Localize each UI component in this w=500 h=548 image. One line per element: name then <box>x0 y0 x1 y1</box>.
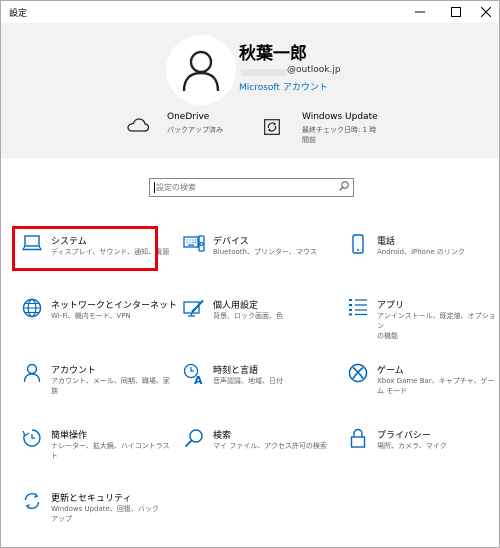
tile-search-title: 検索 <box>213 431 232 441</box>
window-title: 設定 <box>9 9 28 19</box>
title-bar: 設定 <box>1 1 499 23</box>
tile-update-security-title: 更新とセキュリティ <box>51 494 132 504</box>
tile-network-desc: Wi-Fi、機内モード、VPN <box>51 312 131 320</box>
maximize-icon <box>451 7 461 17</box>
settings-window: 設定 秋葉一郎 @outlook.jp Microsoft アカウント OneD… <box>0 0 500 548</box>
personalization-icon <box>183 298 205 320</box>
tile-apps-title: アプリ <box>377 301 405 311</box>
onedrive-status: バックアップ済み <box>167 126 223 134</box>
minimize-icon <box>415 11 425 13</box>
tile-devices[interactable]: デバイス Bluetooth、プリンター、マウス <box>183 234 333 282</box>
time-language-icon: A <box>183 363 205 385</box>
tile-personalization-desc: 背景、ロック画面、色 <box>213 312 283 320</box>
minimize-button[interactable] <box>405 1 435 23</box>
tile-network-title: ネットワークとインターネット <box>51 301 178 311</box>
tile-update-security-desc: Windows Update、回復、バック アップ <box>51 505 159 523</box>
person-avatar-icon <box>182 50 220 92</box>
apps-icon <box>347 298 369 320</box>
tile-search-desc: マイ ファイル、アクセス許可の検索 <box>213 442 327 450</box>
close-icon <box>481 7 491 17</box>
tile-accounts-title: アカウント <box>51 366 97 376</box>
tile-ease-of-access-title: 簡単操作 <box>51 431 88 441</box>
microsoft-account-link[interactable]: Microsoft アカウント <box>239 80 328 93</box>
xbox-icon <box>347 363 369 385</box>
tile-gaming-title: ゲーム <box>377 366 404 376</box>
svg-text:A: A <box>194 374 203 385</box>
tile-network[interactable]: ネットワークとインターネット Wi-Fi、機内モード、VPN <box>21 298 177 346</box>
sync-icon <box>263 118 281 136</box>
search-icon <box>339 181 349 191</box>
globe-icon <box>21 298 43 320</box>
tile-time-language[interactable]: A 時刻と言語 音声認識、地域、日付 <box>183 363 333 411</box>
onedrive-title[interactable]: OneDrive <box>167 112 209 122</box>
tile-privacy-desc: 場所、カメラ、マイク <box>377 442 447 450</box>
tile-gaming-desc: Xbox Game Bar、キャプチャ、ゲーム モード <box>377 377 495 395</box>
avatar[interactable] <box>166 35 236 105</box>
tile-time-language-title: 時刻と言語 <box>213 366 259 376</box>
search-icon <box>183 428 205 450</box>
tile-apps[interactable]: アプリ アンインストール、既定値、オプション の機能 <box>347 298 497 346</box>
windows-update-title[interactable]: Windows Update <box>302 112 378 122</box>
tile-devices-desc: Bluetooth、プリンター、マウス <box>213 248 317 256</box>
ease-of-access-icon <box>21 428 43 450</box>
tile-personalization-title: 個人用設定 <box>213 301 259 311</box>
cloud-icon <box>127 117 149 133</box>
tile-update-security[interactable]: 更新とセキュリティ Windows Update、回復、バック アップ <box>21 491 171 539</box>
tile-ease-of-access[interactable]: 簡単操作 ナレーター、拡大鏡、ハイコントラスト <box>21 428 171 476</box>
windows-update-status-line2: 間前 <box>302 136 316 144</box>
tile-phone-desc: Android、iPhone のリンク <box>377 248 465 256</box>
system-highlight-box <box>12 226 158 271</box>
search-input[interactable]: 設定の検索 <box>149 178 354 197</box>
tile-apps-desc: アンインストール、既定値、オプション の機能 <box>377 312 496 340</box>
user-email: @outlook.jp <box>287 65 341 75</box>
tile-devices-title: デバイス <box>213 237 249 247</box>
maximize-button[interactable] <box>441 1 471 23</box>
lock-icon <box>347 428 369 450</box>
windows-update-status-line1: 最終チェック日時: 1 時 <box>302 126 377 134</box>
tile-time-language-desc: 音声認識、地域、日付 <box>213 377 283 385</box>
tile-phone-title: 電話 <box>377 237 396 247</box>
keyboard-icon <box>183 234 205 256</box>
text-caret <box>154 182 155 193</box>
email-mask <box>241 69 287 76</box>
person-icon <box>21 363 43 385</box>
tile-personalization[interactable]: 個人用設定 背景、ロック画面、色 <box>183 298 333 346</box>
account-header: 秋葉一郎 @outlook.jp Microsoft アカウント OneDriv… <box>1 23 499 158</box>
tile-phone[interactable]: 電話 Android、iPhone のリンク <box>347 234 497 282</box>
tile-accounts[interactable]: アカウント アカウント、メール、同期、職場、家族 <box>21 363 171 411</box>
tile-privacy[interactable]: プライバシー 場所、カメラ、マイク <box>347 428 497 476</box>
tile-accounts-desc: アカウント、メール、同期、職場、家族 <box>51 377 170 395</box>
close-button[interactable] <box>471 1 499 23</box>
phone-icon <box>347 234 369 256</box>
user-name: 秋葉一郎 <box>239 44 307 64</box>
tile-ease-of-access-desc: ナレーター、拡大鏡、ハイコントラスト <box>51 442 170 460</box>
tile-search[interactable]: 検索 マイ ファイル、アクセス許可の検索 <box>183 428 333 476</box>
search-placeholder: 設定の検索 <box>156 183 196 192</box>
tile-privacy-title: プライバシー <box>377 431 431 441</box>
update-icon <box>21 491 43 513</box>
tile-gaming[interactable]: ゲーム Xbox Game Bar、キャプチャ、ゲーム モード <box>347 363 497 411</box>
